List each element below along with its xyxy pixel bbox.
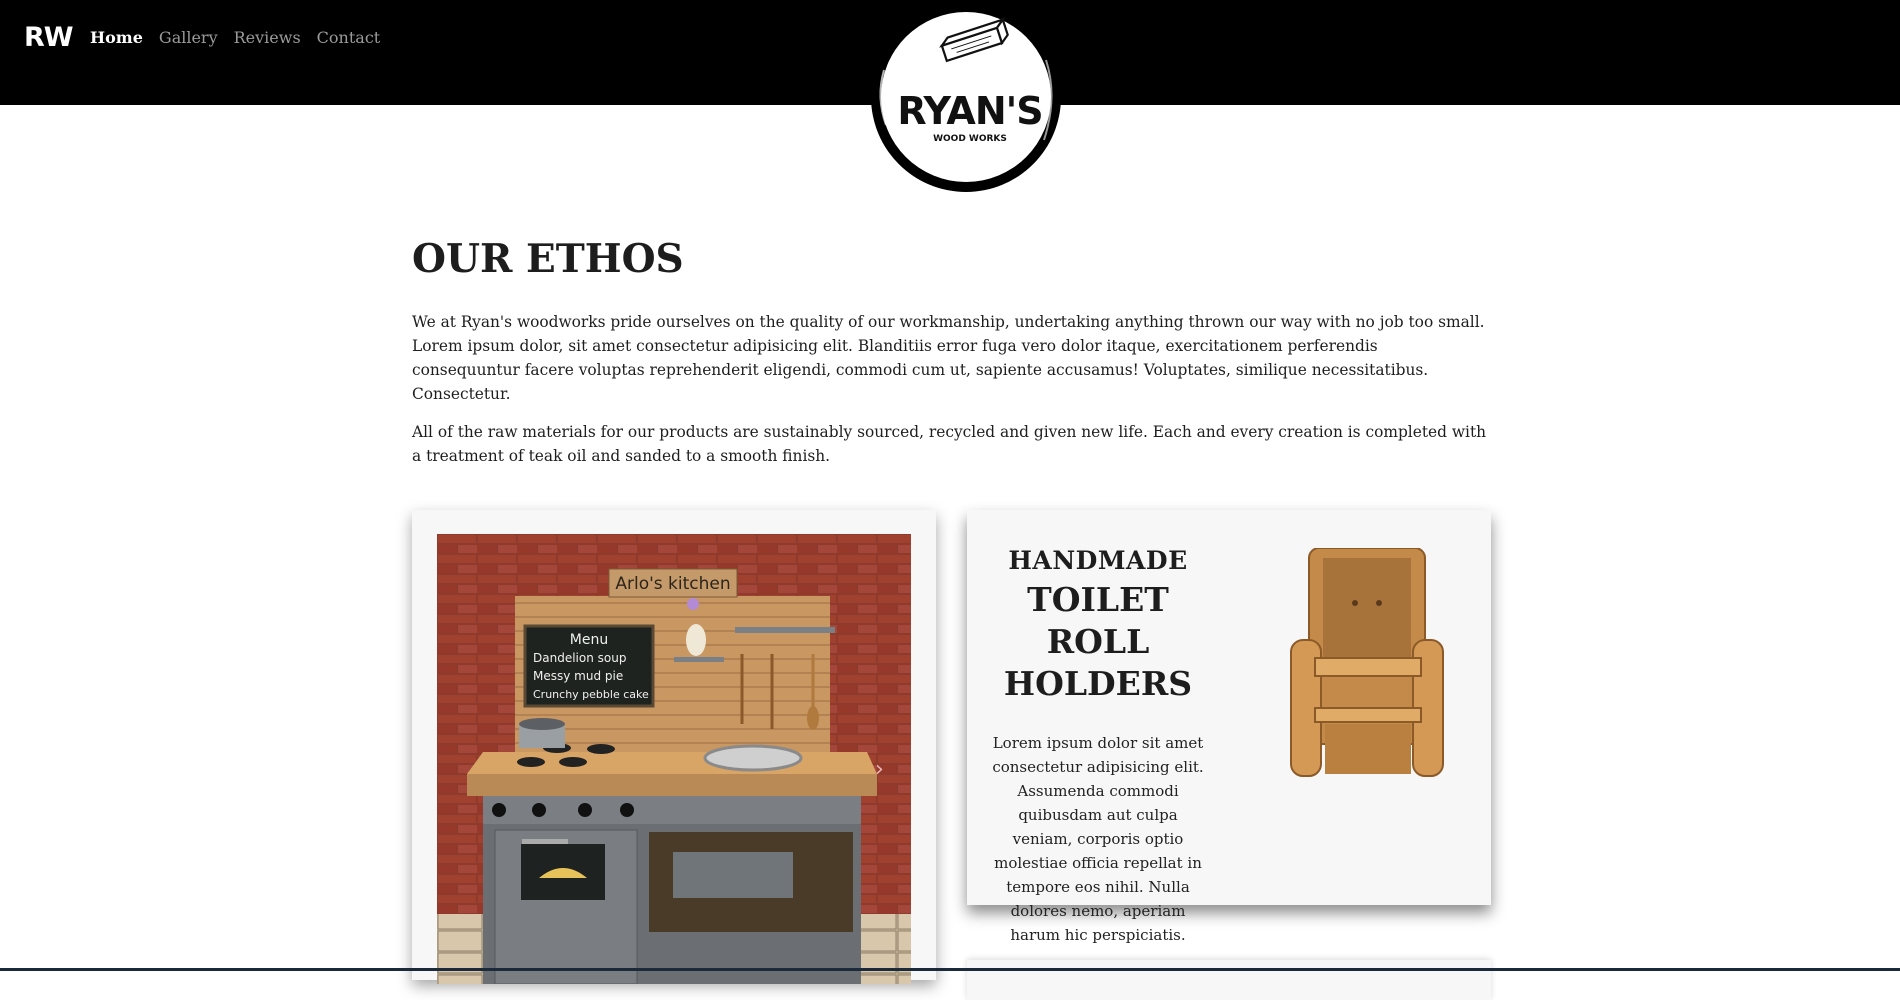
product-text-block: HANDMADE TOILET ROLL HOLDERS Lorem ipsum… xyxy=(987,532,1209,947)
toilet-roll-holder-image[interactable] xyxy=(1285,548,1450,778)
menu-title: Menu xyxy=(570,632,608,648)
logo-title: RYAN'S xyxy=(897,89,1042,133)
product-kicker: HANDMADE xyxy=(1008,546,1188,575)
nav-link-contact[interactable]: Contact xyxy=(317,28,381,47)
kitchen-sign: Arlo's kitchen xyxy=(615,574,730,594)
ethos-heading: OUR ETHOS xyxy=(412,236,684,282)
carousel-next-icon[interactable]: › xyxy=(875,757,884,782)
ethos-paragraph-1: We at Ryan's woodworks pride ourselves o… xyxy=(412,313,1485,403)
mud-kitchen-photo[interactable]: Arlo's kitchen Menu Dandelion soup Messy… xyxy=(437,534,911,984)
menu-item-1: Dandelion soup xyxy=(533,651,626,665)
product-title: TOILET ROLL HOLDERS xyxy=(1003,580,1193,703)
brand-logo-text[interactable]: RW xyxy=(24,22,74,53)
main-nav: Home Gallery Reviews Contact xyxy=(90,28,380,47)
nav-link-home[interactable]: Home xyxy=(90,28,143,47)
ethos-section: OUR ETHOS We at Ryan's woodworks pride o… xyxy=(412,236,1490,482)
ethos-paragraph-2: All of the raw materials for our product… xyxy=(412,423,1487,465)
menu-item-3: Crunchy pebble cake xyxy=(533,688,649,701)
ryans-woodworks-logo[interactable]: RYAN'S WOOD WORKS xyxy=(866,0,1066,195)
menu-item-2: Messy mud pie xyxy=(533,669,623,683)
kitchen-photo-card: Arlo's kitchen Menu Dandelion soup Messy… xyxy=(412,510,936,984)
nav-link-gallery[interactable]: Gallery xyxy=(159,28,218,47)
product-card-next xyxy=(967,960,1491,1000)
logo-subtitle: WOOD WORKS xyxy=(933,134,1007,144)
nav-link-reviews[interactable]: Reviews xyxy=(234,28,301,47)
product-card-toilet-roll-holders: HANDMADE TOILET ROLL HOLDERS Lorem ipsum… xyxy=(967,510,1491,944)
product-description: Lorem ipsum dolor sit amet consectetur a… xyxy=(992,734,1204,944)
